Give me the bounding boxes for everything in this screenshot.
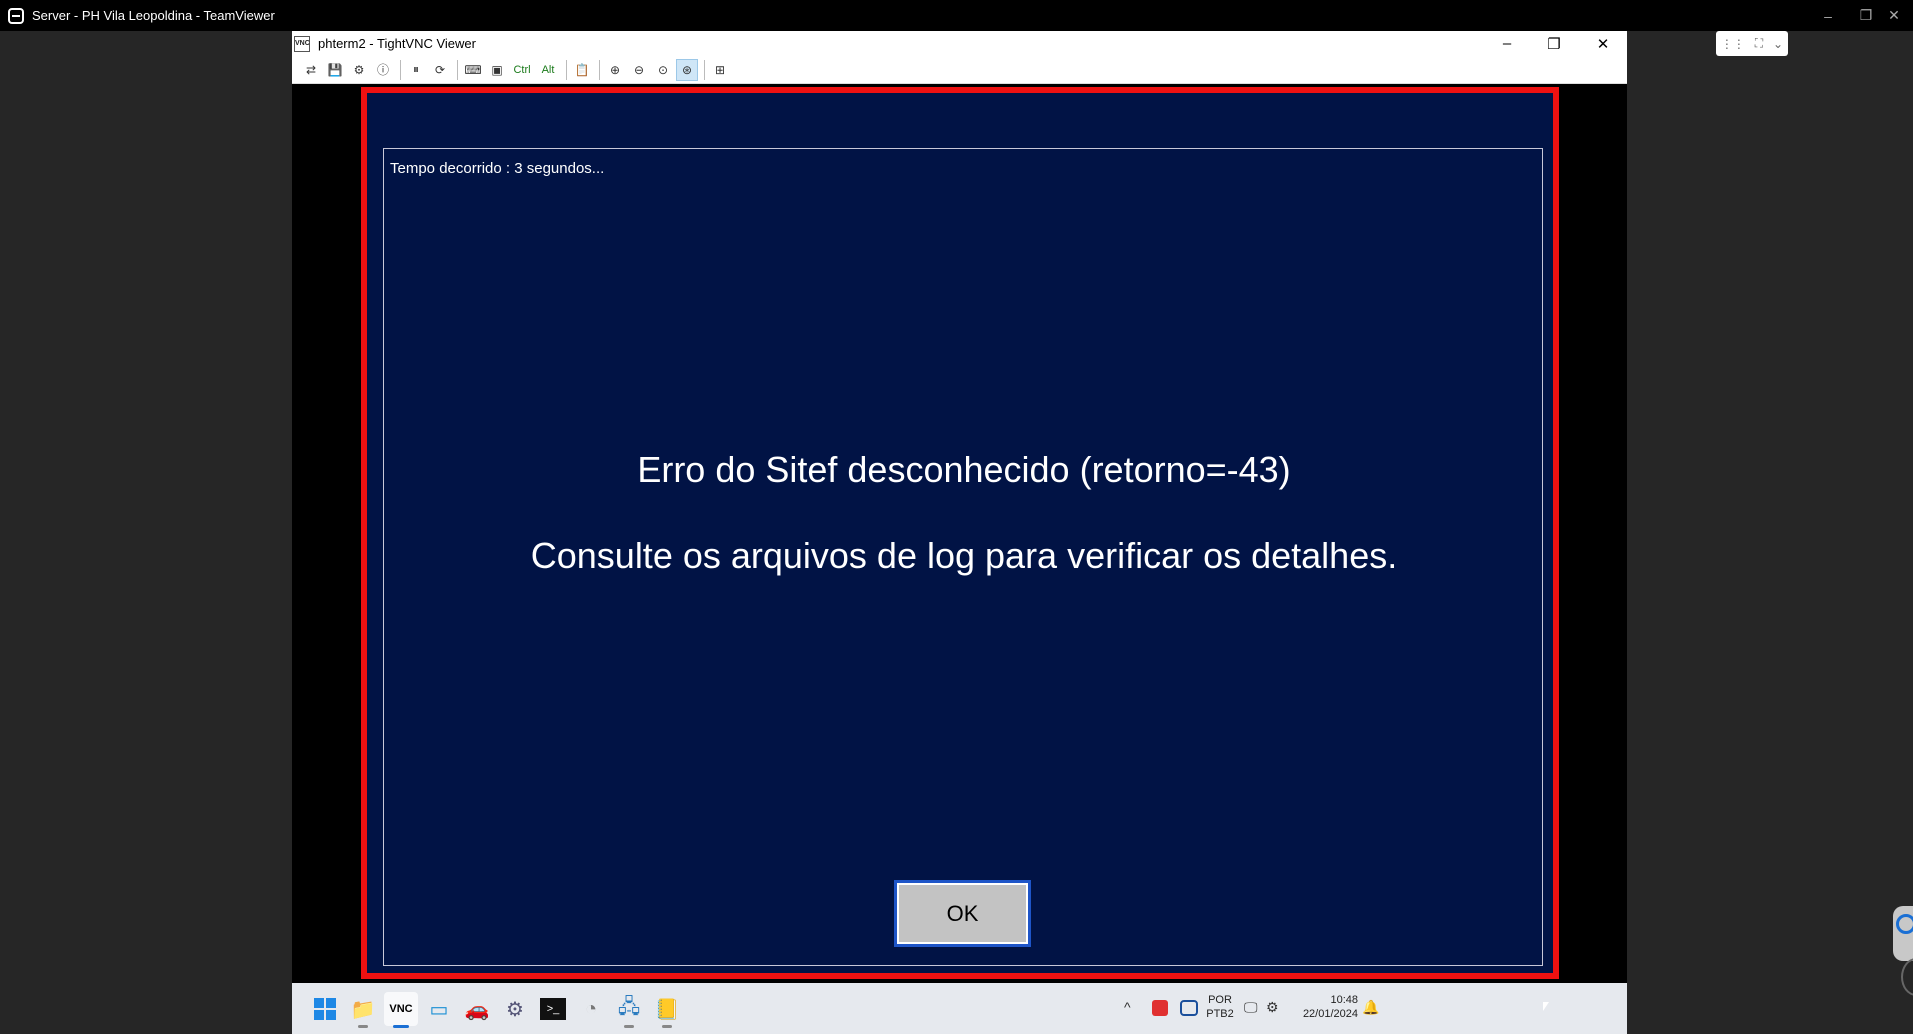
settings-app-icon[interactable]: ⚙ — [498, 992, 532, 1026]
vnc-close-button[interactable]: ✕ — [1580, 31, 1626, 56]
toolbar-separator — [457, 59, 458, 80]
clipboard-icon[interactable]: 📋 — [571, 59, 593, 81]
tray-chevron-icon[interactable]: ^ — [1124, 999, 1131, 1015]
error-dialog: Tempo decorrido : 3 segundos... Erro do … — [383, 148, 1543, 966]
info-icon[interactable]: ⓘ — [372, 59, 394, 81]
keyboard-layout: PTB2 — [1206, 1008, 1234, 1020]
teamviewer-floating-toolbar: ⋮⋮ ⛶ ⌄ — [1716, 31, 1788, 56]
error-message-detail: Consulte os arquivos de log para verific… — [530, 535, 1398, 576]
toolbar-separator — [704, 59, 705, 80]
language-indicator[interactable]: POR PTB2 — [1204, 993, 1236, 1021]
edge-circle-button[interactable] — [1901, 958, 1913, 996]
vnc-remote-display[interactable]: Tempo decorrido : 3 segundos... Erro do … — [292, 85, 1627, 980]
zoom-fit-icon[interactable]: ⊛ — [676, 58, 698, 81]
teamviewer-close-button[interactable]: ✕ — [1874, 0, 1913, 31]
new-connection-icon[interactable]: ⇄ — [300, 59, 322, 81]
remote-desktop-icon[interactable]: ▭ — [422, 992, 456, 1026]
alt-key-button[interactable]: Alt — [536, 59, 560, 81]
ctrl-key-button[interactable]: Ctrl — [510, 59, 534, 81]
clock-app-icon[interactable]: ◔ — [574, 992, 608, 1026]
expand-icon[interactable]: ⌄ — [1773, 37, 1783, 51]
windows-logo-icon — [314, 998, 336, 1020]
notepad-icon[interactable]: 📒 — [650, 992, 684, 1028]
remote-screen: VNC phterm2 - TightVNC Viewer – ❐ ✕ ⇄ 💾 … — [292, 31, 1913, 1034]
file-explorer-icon[interactable]: 📁 — [346, 992, 380, 1028]
tightvnc-taskbar-icon[interactable]: VNC — [384, 992, 418, 1028]
grip-icon[interactable]: ⋮⋮ — [1721, 37, 1745, 51]
vnc-title: phterm2 - TightVNC Viewer — [318, 36, 476, 51]
error-message-title: Erro do Sitef desconhecido (retorno=-43) — [637, 449, 1291, 490]
ctrl-alt-del-icon[interactable]: ⌨ — [462, 59, 484, 81]
terminal-icon[interactable]: >_ — [540, 998, 566, 1020]
teamviewer-minimize-button[interactable]: – — [1808, 0, 1848, 31]
elapsed-time-label: Tempo decorrido : 3 segundos... — [390, 160, 605, 177]
volume-icon[interactable]: ⚙ — [1266, 999, 1279, 1016]
remote-taskbar: 📁 VNC ▭ 🚗 ⚙ >_ ◔ 🖧 📒 ^ POR PTB2 🖵 ⚙ 10:4… — [292, 983, 1627, 1034]
toolbar-separator — [566, 59, 567, 80]
zoom-out-icon[interactable]: ⊖ — [628, 59, 650, 81]
teamviewer-logo-icon — [8, 7, 24, 24]
vnc-restore-button[interactable]: ❐ — [1531, 31, 1577, 56]
toolbar-separator — [400, 59, 401, 80]
mouse-cursor-icon — [1543, 1002, 1549, 1011]
ctrl-esc-icon[interactable]: ▣ — [486, 59, 508, 81]
teamviewer-titlebar: Server - PH Vila Leopoldina - TeamViewer… — [0, 0, 1913, 31]
clock[interactable]: 10:48 22/01/2024 — [1292, 993, 1358, 1021]
clock-time: 10:48 — [1330, 994, 1358, 1006]
refresh-icon[interactable]: ⟳ — [429, 59, 451, 81]
zoom-100-icon[interactable]: ⊙ — [652, 59, 674, 81]
start-button[interactable] — [308, 992, 342, 1026]
teamviewer-side-panel-tab[interactable] — [1893, 906, 1913, 961]
language-code: POR — [1208, 994, 1232, 1006]
teamviewer-title: Server - PH Vila Leopoldina - TeamViewer — [32, 8, 275, 23]
tray-app-red-icon[interactable] — [1152, 1000, 1168, 1016]
tray-teamviewer-icon[interactable] — [1180, 1000, 1198, 1016]
fullscreen-icon[interactable]: ⛶ — [1755, 36, 1763, 51]
zoom-in-icon[interactable]: ⊕ — [604, 59, 626, 81]
options-icon[interactable]: ⚙ — [348, 59, 370, 81]
vnc-titlebar: VNC phterm2 - TightVNC Viewer – ❐ ✕ — [292, 31, 1627, 56]
tool-app-icon[interactable]: 🚗 — [460, 992, 494, 1026]
network-app-icon[interactable]: 🖧 — [612, 992, 646, 1028]
fullscreen-icon[interactable]: ⊞ — [709, 59, 731, 81]
clock-date: 22/01/2024 — [1302, 1008, 1358, 1020]
ok-button[interactable]: OK — [894, 880, 1031, 947]
vnc-app-icon: VNC — [294, 35, 310, 52]
toolbar-separator — [599, 59, 600, 80]
notification-bell-icon[interactable]: 🔔 — [1362, 999, 1379, 1016]
network-status-icon[interactable]: 🖵 — [1244, 999, 1258, 1016]
error-screen-frame: Tempo decorrido : 3 segundos... Erro do … — [361, 87, 1559, 979]
save-icon[interactable]: 💾 — [324, 59, 346, 81]
pause-icon[interactable]: ⏸ — [405, 59, 427, 81]
vnc-minimize-button[interactable]: – — [1484, 31, 1530, 56]
vnc-toolbar: ⇄ 💾 ⚙ ⓘ ⏸ ⟳ ⌨ ▣ Ctrl Alt 📋 ⊕ ⊖ ⊙ ⊛ ⊞ — [292, 56, 1627, 84]
